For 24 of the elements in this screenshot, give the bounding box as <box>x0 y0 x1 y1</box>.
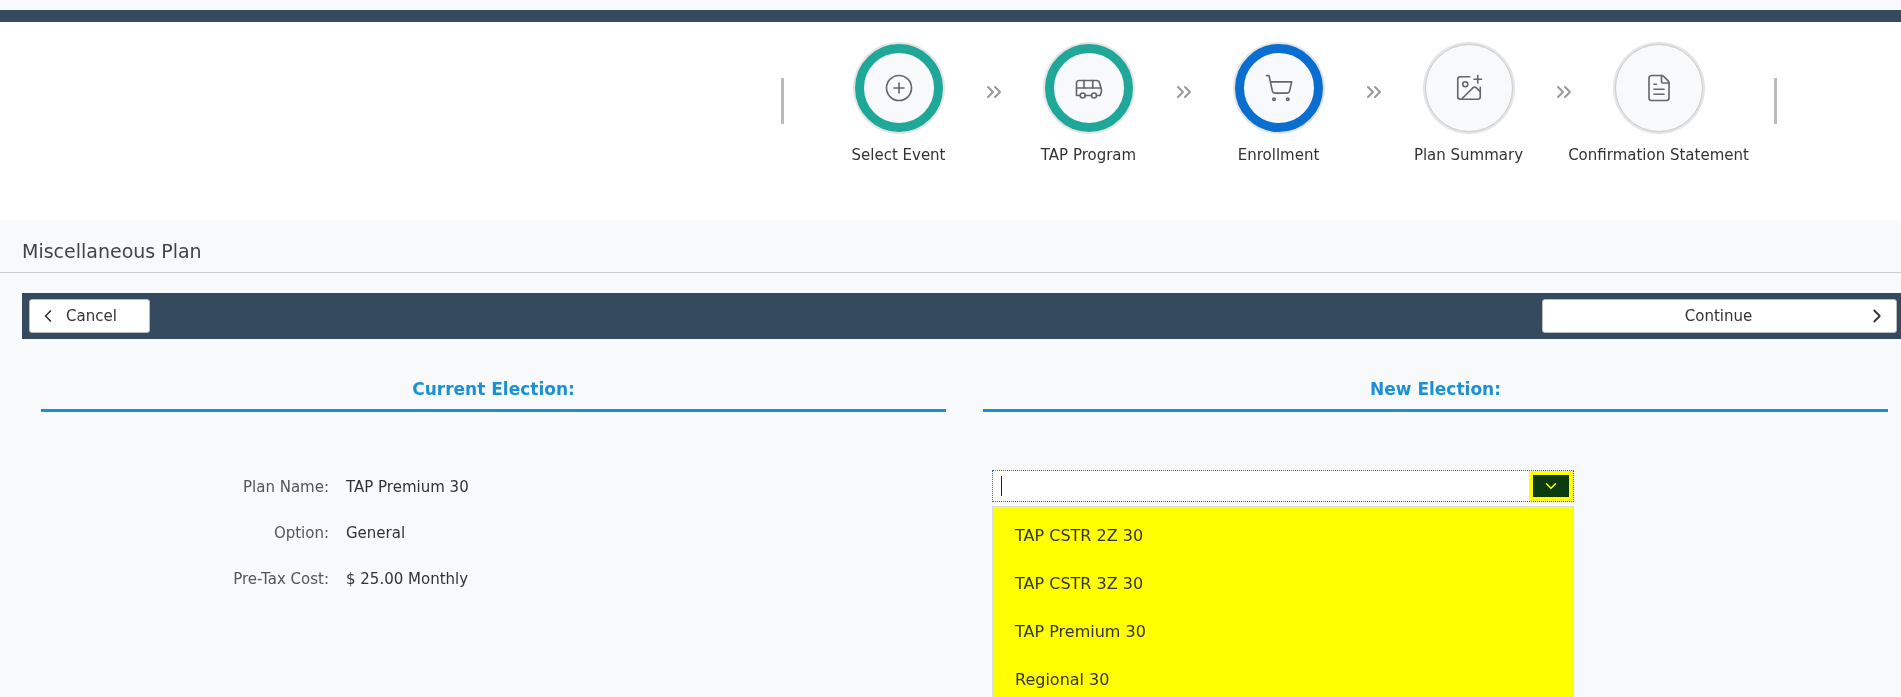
cancel-button[interactable]: Cancel <box>29 299 150 333</box>
page-title: Miscellaneous Plan <box>22 240 202 262</box>
step-label: Enrollment <box>1237 146 1320 164</box>
continue-button[interactable]: Continue <box>1542 299 1897 333</box>
dropdown-option[interactable]: TAP Premium 30 <box>993 607 1573 655</box>
step-label: Confirmation Statement <box>1568 146 1749 164</box>
section-heading: Current Election: <box>412 379 575 399</box>
dropdown-option[interactable]: TAP CSTR 2Z 30 <box>993 511 1573 559</box>
field-value: $ 25.00 Monthly <box>346 570 470 588</box>
field-value: General <box>346 524 407 542</box>
field-label: Pre-Tax Cost: <box>232 570 329 588</box>
dropdown-option[interactable]: TAP CSTR 3Z 30 <box>993 559 1573 607</box>
dropdown-option[interactable]: Regional 30 <box>993 655 1573 697</box>
field-label: Option: <box>272 524 329 542</box>
plan-dropdown[interactable] <box>992 470 1574 502</box>
field-value: TAP Premium 30 <box>346 478 470 496</box>
cart-icon <box>1263 73 1294 103</box>
section-heading: New Election: <box>1370 379 1501 399</box>
plus-circle-icon <box>883 73 914 103</box>
dropdown-toggle[interactable] <box>1529 471 1573 501</box>
step-label: TAP Program <box>1040 146 1137 164</box>
field-label: Plan Name: <box>242 478 329 496</box>
step-label: Plan Summary <box>1413 146 1524 164</box>
step-label: Select Event <box>851 146 946 164</box>
